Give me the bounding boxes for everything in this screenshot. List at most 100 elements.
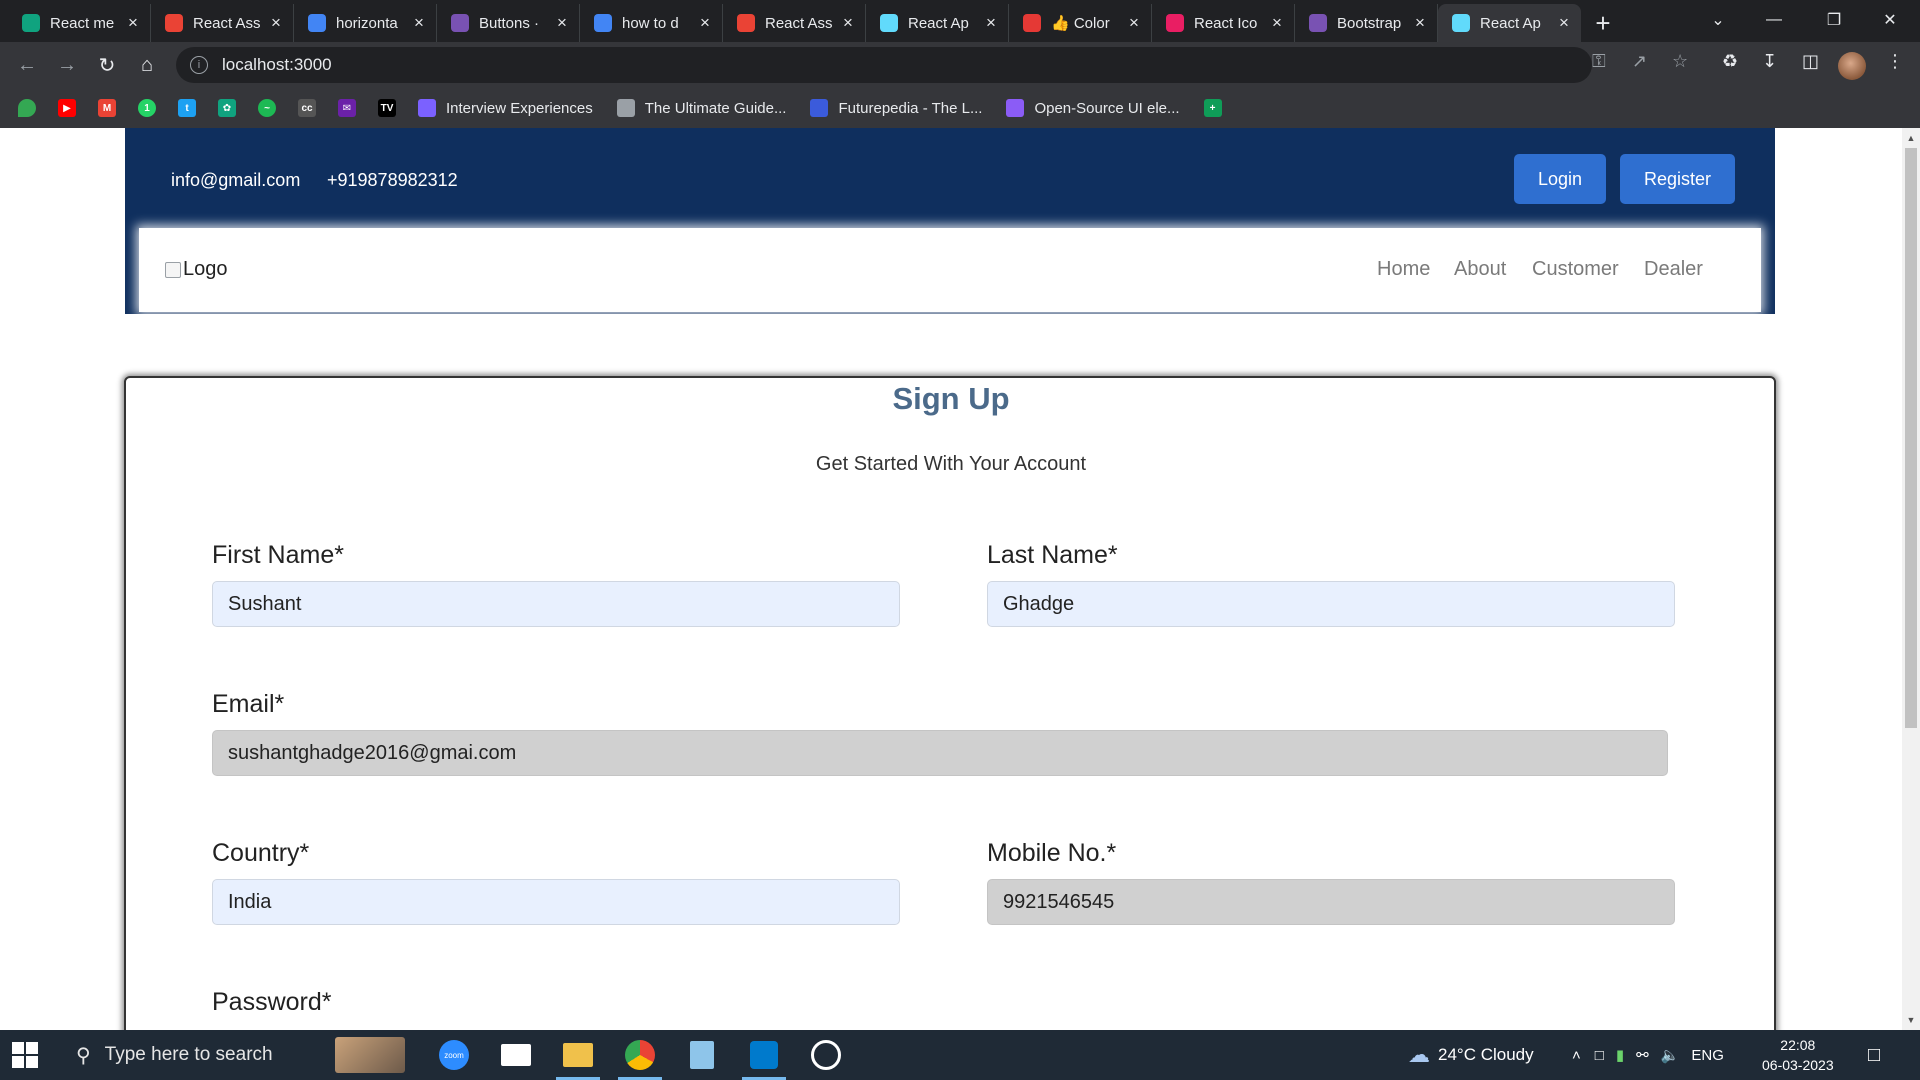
download-icon[interactable]: ↧: [1762, 51, 1777, 72]
system-tray[interactable]: ˄ □ ▮ ⚯ 🔈 ENG: [1572, 1030, 1724, 1080]
extensions-icon[interactable]: ♻: [1722, 51, 1738, 72]
browser-tab[interactable]: React me ×: [8, 4, 151, 42]
youtube-icon[interactable]: ▶: [58, 99, 76, 117]
mobile-label: Mobile No.*: [987, 839, 1117, 867]
meet-icon[interactable]: □: [1595, 1047, 1604, 1064]
browser-tab[interactable]: React Ico ×: [1152, 4, 1295, 42]
twitter-icon[interactable]: t: [178, 99, 196, 117]
close-tab-icon[interactable]: ×: [1411, 14, 1429, 32]
volume-icon[interactable]: 🔈: [1661, 1046, 1680, 1064]
close-tab-icon[interactable]: ×: [267, 14, 285, 32]
register-button[interactable]: Register: [1620, 154, 1735, 204]
header-phone[interactable]: +919878982312: [327, 170, 458, 191]
photos-icon[interactable]: [800, 1030, 852, 1080]
scroll-down-icon[interactable]: ▼: [1902, 1012, 1920, 1028]
address-bar[interactable]: i localhost:3000: [176, 47, 1592, 83]
site-info-icon[interactable]: i: [190, 56, 208, 74]
cc-icon[interactable]: cc: [298, 99, 316, 117]
close-tab-icon[interactable]: ×: [1125, 14, 1143, 32]
home-icon[interactable]: ⌂: [132, 50, 162, 80]
chatgpt-icon[interactable]: ✿: [218, 99, 236, 117]
chevron-up-icon[interactable]: ˄: [1572, 1047, 1581, 1064]
bookmark-link[interactable]: Futurepedia - The L...: [810, 99, 982, 117]
new-tab-button[interactable]: +: [1581, 4, 1625, 42]
country-input[interactable]: India: [212, 879, 900, 925]
search-highlight-icon[interactable]: [320, 1030, 420, 1080]
close-window-button[interactable]: ✕: [1862, 0, 1918, 40]
first-name-input[interactable]: Sushant: [212, 581, 900, 627]
tradingview-icon[interactable]: TV: [378, 99, 396, 117]
browser-tab[interactable]: React Ass ×: [151, 4, 294, 42]
restore-button[interactable]: ❐: [1806, 0, 1862, 40]
nav-about[interactable]: About: [1454, 258, 1506, 281]
bookmark-link[interactable]: Open-Source UI ele...: [1006, 99, 1180, 117]
maps-icon[interactable]: [18, 99, 36, 117]
close-tab-icon[interactable]: ×: [1268, 14, 1286, 32]
header-email[interactable]: info@gmail.com: [171, 170, 300, 191]
email-input[interactable]: sushantghadge2016@gmai.com: [212, 730, 1668, 776]
nav-home[interactable]: Home: [1377, 258, 1430, 281]
scroll-up-icon[interactable]: ▲: [1902, 130, 1920, 146]
browser-tab[interactable]: horizonta ×: [294, 4, 437, 42]
share-icon[interactable]: ↗: [1632, 51, 1647, 72]
scroll-thumb[interactable]: [1905, 148, 1917, 728]
side-panel-icon[interactable]: ◫: [1802, 51, 1819, 72]
browser-tab[interactable]: React Ap ×: [1438, 4, 1581, 42]
battery-icon[interactable]: ▮: [1616, 1046, 1624, 1064]
login-button[interactable]: Login: [1514, 154, 1606, 204]
vscode-icon[interactable]: [738, 1030, 790, 1080]
browser-tab[interactable]: 👍 Color ×: [1009, 4, 1152, 42]
tab-search-icon[interactable]: ⌄: [1690, 0, 1746, 40]
forward-icon[interactable]: →: [52, 50, 82, 80]
notification-icon[interactable]: □: [1868, 1030, 1880, 1080]
close-tab-icon[interactable]: ×: [1555, 14, 1573, 32]
close-tab-icon[interactable]: ×: [839, 14, 857, 32]
file-explorer-icon[interactable]: [552, 1030, 604, 1080]
start-button[interactable]: [12, 1042, 38, 1068]
country-label: Country*: [212, 839, 310, 867]
clock[interactable]: 22:08 06-03-2023: [1762, 1030, 1834, 1080]
gmail-icon[interactable]: M: [98, 99, 116, 117]
back-icon[interactable]: ←: [12, 50, 42, 80]
spotify-icon[interactable]: ~: [258, 99, 276, 117]
last-name-input[interactable]: Ghadge: [987, 581, 1675, 627]
notepad-icon[interactable]: [676, 1030, 728, 1080]
mobile-input[interactable]: 9921546545: [987, 879, 1675, 925]
address-url[interactable]: localhost:3000: [222, 55, 332, 75]
mail-app-icon[interactable]: [490, 1030, 542, 1080]
bookmark-link[interactable]: Interview Experiences: [418, 99, 593, 117]
tab-title: 👍 Color: [1051, 15, 1110, 32]
browser-tab[interactable]: how to d ×: [580, 4, 723, 42]
nav-customer[interactable]: Customer: [1532, 258, 1619, 281]
browser-tab[interactable]: React Ass ×: [723, 4, 866, 42]
language-indicator[interactable]: ENG: [1691, 1047, 1724, 1064]
close-tab-icon[interactable]: ×: [410, 14, 428, 32]
clock-time: 22:08: [1780, 1037, 1816, 1053]
wifi-icon[interactable]: ⚯: [1636, 1046, 1649, 1064]
logo[interactable]: Logo: [165, 258, 228, 281]
close-tab-icon[interactable]: ×: [124, 14, 142, 32]
nav-dealer[interactable]: Dealer: [1644, 258, 1703, 281]
color-picker-icon: [1023, 14, 1041, 32]
tab-title: React me: [50, 14, 115, 32]
bookmark-link[interactable]: The Ultimate Guide...: [616, 99, 786, 117]
close-tab-icon[interactable]: ×: [982, 14, 1000, 32]
key-icon[interactable]: ⚿: [1592, 51, 1606, 72]
close-tab-icon[interactable]: ×: [696, 14, 714, 32]
page-scrollbar[interactable]: ▲ ▼: [1902, 128, 1920, 1030]
chrome-icon[interactable]: [614, 1030, 666, 1080]
zoom-icon[interactable]: zoom: [428, 1030, 480, 1080]
reload-icon[interactable]: ↻: [92, 50, 122, 80]
whatsapp-icon[interactable]: 1: [138, 99, 156, 117]
weather-widget[interactable]: ☁ 24°C Cloudy: [1408, 1030, 1534, 1080]
mail-icon[interactable]: ✉: [338, 99, 356, 117]
minimize-button[interactable]: —: [1746, 0, 1802, 40]
browser-tab[interactable]: Buttons · ×: [437, 4, 580, 42]
sheets-icon[interactable]: +: [1203, 99, 1222, 117]
browser-tab[interactable]: React Ap ×: [866, 4, 1009, 42]
close-tab-icon[interactable]: ×: [553, 14, 571, 32]
browser-tab[interactable]: Bootstrap ×: [1295, 4, 1438, 42]
menu-icon[interactable]: ⋮: [1886, 51, 1904, 72]
profile-avatar[interactable]: [1838, 52, 1866, 80]
bookmark-star-icon[interactable]: ☆: [1672, 51, 1688, 72]
